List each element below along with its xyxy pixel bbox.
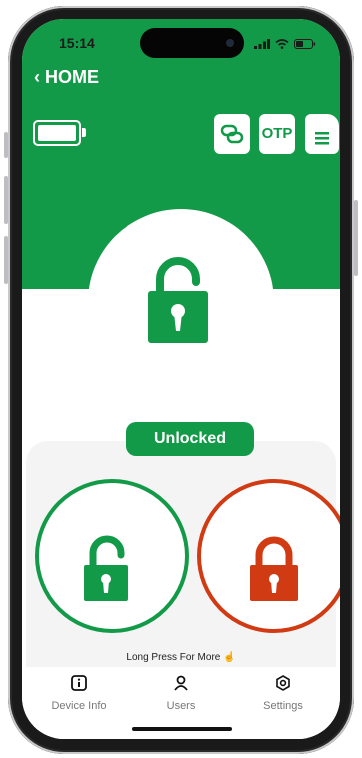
info-icon (71, 675, 87, 691)
user-icon (174, 675, 188, 691)
status-time: 15:14 (59, 35, 95, 51)
status-battery-icon (294, 39, 316, 49)
power-button (354, 200, 358, 276)
tab-label: Settings (263, 700, 303, 712)
tab-users[interactable]: Users (136, 675, 226, 712)
dynamic-island (140, 28, 244, 58)
battery-tip (82, 128, 86, 137)
lock-button[interactable] (197, 479, 340, 633)
document-icon (315, 132, 329, 145)
link-button[interactable] (214, 114, 250, 154)
long-press-hint: Long Press For More ☝ (22, 652, 340, 663)
unlock-button[interactable] (35, 479, 189, 633)
tab-settings[interactable]: Settings (238, 675, 328, 712)
app-screen: 15:14 ‹ HOME OTP Unlocked Long Press For… (22, 19, 340, 739)
phone-mockup: 15:14 ‹ HOME OTP Unlocked Long Press For… (0, 0, 362, 758)
chevron-left-icon: ‹ (34, 67, 40, 87)
link-icon (220, 124, 244, 144)
wifi-icon (275, 39, 289, 49)
battery-indicator (33, 120, 86, 146)
unlocked-lock-icon (148, 257, 208, 343)
tab-label: Device Info (51, 700, 107, 712)
lock-status-badge: Unlocked (126, 422, 254, 456)
settings-icon (276, 675, 290, 691)
back-button[interactable]: ‹ HOME (34, 67, 99, 88)
status-bar: 15:14 (22, 19, 340, 63)
hint-text: Long Press For More (126, 652, 221, 663)
battery-fill (38, 125, 76, 141)
hand-pointer-icon: ☝ (223, 652, 236, 663)
log-button[interactable] (305, 114, 339, 154)
lock-icon (250, 536, 298, 601)
signal-icon (254, 39, 270, 49)
back-label: HOME (45, 67, 100, 87)
tab-device-info[interactable]: Device Info (34, 675, 124, 712)
home-indicator (132, 727, 232, 731)
otp-button[interactable]: OTP (259, 114, 295, 154)
tab-label: Users (166, 700, 196, 712)
otp-label: OTP (261, 125, 293, 142)
unlock-icon (84, 535, 128, 601)
